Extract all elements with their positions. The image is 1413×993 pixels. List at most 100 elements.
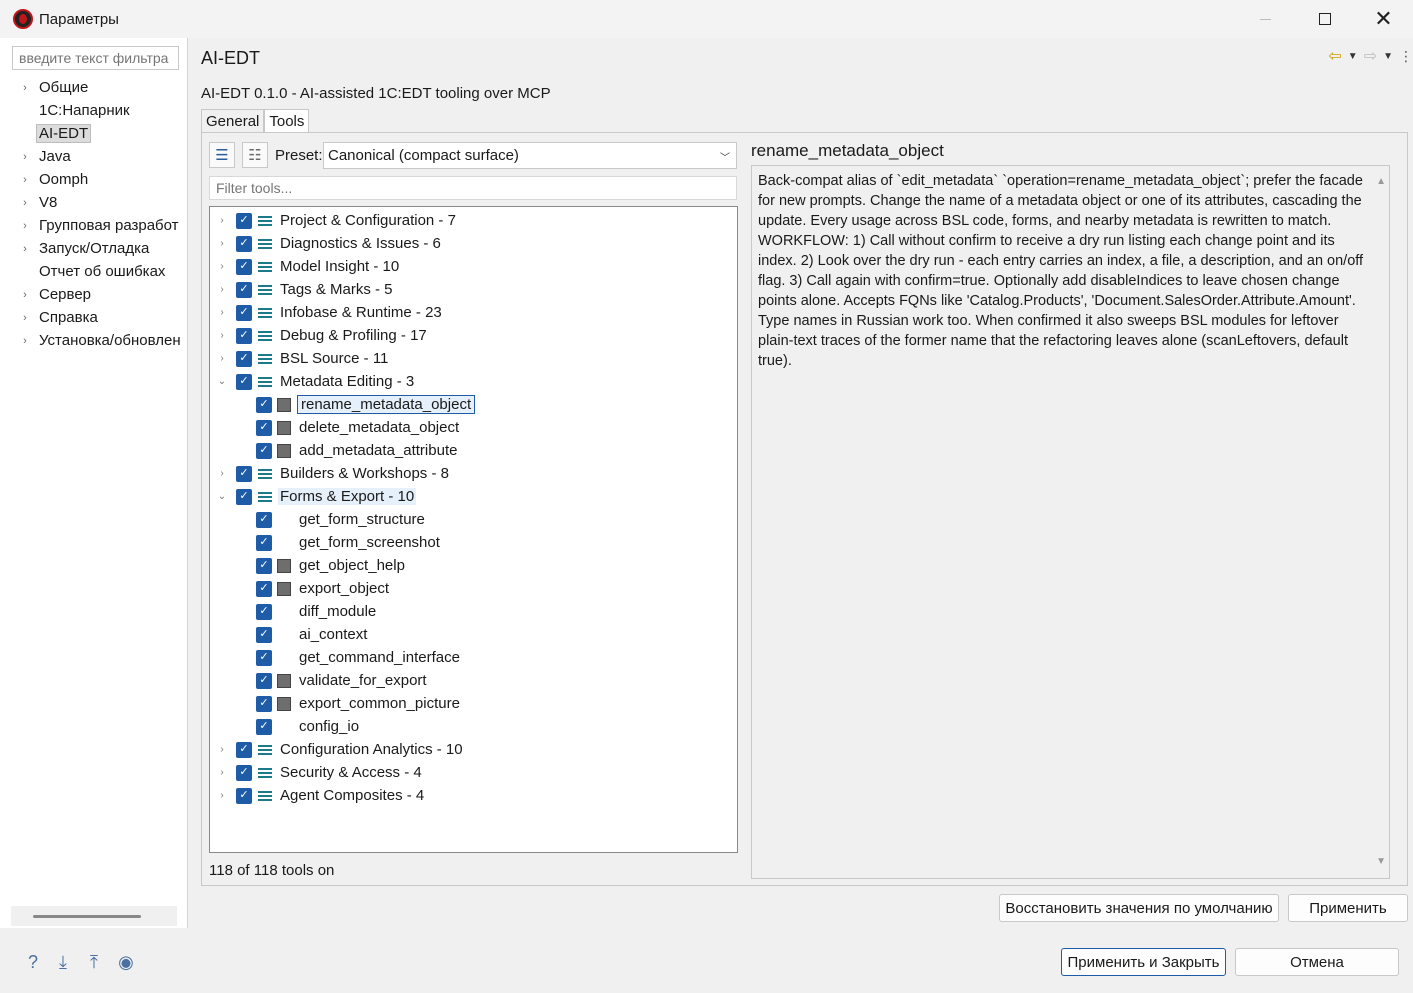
nav-item[interactable]: ›1С:Напарник <box>4 99 187 122</box>
tool-row[interactable]: ✓ rename_metadata_object <box>210 393 476 416</box>
checkbox[interactable]: ✓ <box>236 350 252 367</box>
tab-general[interactable]: General <box>201 109 265 133</box>
chevron-down-icon[interactable]: ⌄ <box>216 491 228 502</box>
checkbox[interactable]: ✓ <box>256 649 272 666</box>
checkbox[interactable]: ✓ <box>236 465 252 482</box>
checkbox[interactable]: ✓ <box>236 741 252 758</box>
tool-group-row[interactable]: › ✓ Tags & Marks - 5 <box>210 278 395 301</box>
checkbox[interactable]: ✓ <box>236 212 252 229</box>
chevron-right-icon[interactable]: › <box>18 243 32 255</box>
checkbox[interactable]: ✓ <box>256 557 272 574</box>
chevron-right-icon[interactable]: › <box>216 744 228 755</box>
checkbox[interactable]: ✓ <box>256 672 272 689</box>
chevron-down-icon[interactable]: ⌄ <box>216 376 228 387</box>
back-dropdown-icon[interactable]: ▼ <box>1348 51 1358 62</box>
chevron-right-icon[interactable]: › <box>216 767 228 778</box>
apply-button[interactable]: Применить <box>1288 894 1408 922</box>
checkbox[interactable]: ✓ <box>236 304 252 321</box>
chevron-right-icon[interactable]: › <box>216 790 228 801</box>
tool-row[interactable]: ✓ config_io <box>210 715 361 738</box>
expand-all-button[interactable]: ☰ <box>209 142 235 168</box>
checkbox[interactable]: ✓ <box>236 235 252 252</box>
chevron-right-icon[interactable]: › <box>216 261 228 272</box>
tool-row[interactable]: ✓ get_form_screenshot <box>210 531 442 554</box>
chevron-right-icon[interactable]: › <box>216 307 228 318</box>
tool-row[interactable]: ✓ validate_for_export <box>210 669 429 692</box>
preset-dropdown[interactable]: Canonical (compact surface) ﹀ <box>323 142 737 169</box>
tool-row[interactable]: ✓ delete_metadata_object <box>210 416 461 439</box>
checkbox[interactable]: ✓ <box>256 419 272 436</box>
import-icon[interactable]: ⤓ <box>53 952 73 972</box>
checkbox[interactable]: ✓ <box>236 281 252 298</box>
tool-group-row[interactable]: › ✓ Diagnostics & Issues - 6 <box>210 232 443 255</box>
tool-row[interactable]: ✓ get_command_interface <box>210 646 462 669</box>
close-button[interactable]: ✕ <box>1354 0 1413 38</box>
chevron-right-icon[interactable]: › <box>18 220 32 232</box>
tool-group-row[interactable]: › ✓ Agent Composites - 4 <box>210 784 426 807</box>
checkbox[interactable]: ✓ <box>236 373 252 390</box>
checkbox[interactable]: ✓ <box>256 718 272 735</box>
nav-item[interactable]: › Групповая разработ <box>4 214 187 237</box>
detail-description[interactable]: Back-compat alias of `edit_metadata` `op… <box>751 165 1390 879</box>
checkbox[interactable]: ✓ <box>256 396 272 413</box>
nav-item[interactable]: › Сервер <box>4 283 187 306</box>
tool-row[interactable]: ✓ get_form_structure <box>210 508 427 531</box>
tool-group-row[interactable]: › ✓ Security & Access - 4 <box>210 761 424 784</box>
tools-tree[interactable]: › ✓ Project & Configuration - 7 › ✓ Diagnosti… <box>209 206 738 853</box>
nav-item[interactable]: › Запуск/Отладка <box>4 237 187 260</box>
checkbox[interactable]: ✓ <box>256 580 272 597</box>
checkbox[interactable]: ✓ <box>236 327 252 344</box>
record-icon[interactable]: ◉ <box>116 952 136 972</box>
tool-group-row[interactable]: › ✓ Debug & Profiling - 17 <box>210 324 429 347</box>
tool-group-row[interactable]: › ✓ Project & Configuration - 7 <box>210 209 458 232</box>
nav-item[interactable]: › Установка/обновлен <box>4 329 187 352</box>
checkbox[interactable]: ✓ <box>256 626 272 643</box>
checkbox[interactable]: ✓ <box>236 258 252 275</box>
tool-row[interactable]: ✓ add_metadata_attribute <box>210 439 459 462</box>
tool-row[interactable]: ✓ get_object_help <box>210 554 407 577</box>
nav-item[interactable]: › Java <box>4 145 187 168</box>
tool-group-row[interactable]: › ✓ Infobase & Runtime - 23 <box>210 301 444 324</box>
tool-group-row[interactable]: › ✓ Builders & Workshops - 8 <box>210 462 451 485</box>
checkbox[interactable]: ✓ <box>256 603 272 620</box>
chevron-right-icon[interactable]: › <box>216 284 228 295</box>
nav-item[interactable]: › Общие <box>4 76 187 99</box>
chevron-right-icon[interactable]: › <box>18 174 32 186</box>
filter-tools-input[interactable] <box>209 176 737 200</box>
tool-group-row[interactable]: ⌄ ✓ Forms & Export - 10 <box>210 485 417 508</box>
chevron-right-icon[interactable]: › <box>216 353 228 364</box>
chevron-right-icon[interactable]: › <box>18 335 32 347</box>
scroll-up-icon[interactable]: ▲ <box>1376 172 1386 192</box>
nav-item[interactable]: › V8 <box>4 191 187 214</box>
nav-item[interactable]: › Oomph <box>4 168 187 191</box>
nav-item[interactable]: ›AI-EDT <box>4 122 187 145</box>
minimize-button[interactable] <box>1236 0 1295 38</box>
maximize-button[interactable] <box>1295 0 1354 38</box>
chevron-right-icon[interactable]: › <box>18 151 32 163</box>
chevron-right-icon[interactable]: › <box>18 82 32 94</box>
chevron-right-icon[interactable]: › <box>18 312 32 324</box>
tool-group-row[interactable]: › ✓ BSL Source - 11 <box>210 347 390 370</box>
checkbox[interactable]: ✓ <box>236 488 252 505</box>
tool-row[interactable]: ✓ ai_context <box>210 623 369 646</box>
tool-group-row[interactable]: › ✓ Configuration Analytics - 10 <box>210 738 465 761</box>
tool-group-row[interactable]: ⌄ ✓ Metadata Editing - 3 <box>210 370 416 393</box>
checkbox[interactable]: ✓ <box>256 695 272 712</box>
forward-arrow-icon[interactable]: ⇨ <box>1364 46 1377 66</box>
tool-row[interactable]: ✓ export_object <box>210 577 391 600</box>
horizontal-scrollbar[interactable] <box>11 906 177 926</box>
chevron-right-icon[interactable]: › <box>18 197 32 209</box>
tab-tools[interactable]: Tools <box>264 109 310 134</box>
export-icon[interactable]: ⤒ <box>84 952 104 972</box>
chevron-right-icon[interactable]: › <box>216 215 228 226</box>
help-icon[interactable]: ? <box>23 952 43 972</box>
nav-item[interactable]: › Справка <box>4 306 187 329</box>
chevron-right-icon[interactable]: › <box>18 289 32 301</box>
nav-item[interactable]: ›Отчет об ошибках <box>4 260 187 283</box>
chevron-right-icon[interactable]: › <box>216 238 228 249</box>
tool-group-row[interactable]: › ✓ Model Insight - 10 <box>210 255 401 278</box>
filter-input[interactable] <box>12 46 179 70</box>
checkbox[interactable]: ✓ <box>256 534 272 551</box>
restore-defaults-button[interactable]: Восстановить значения по умолчанию <box>999 894 1279 922</box>
checkbox[interactable]: ✓ <box>236 787 252 804</box>
